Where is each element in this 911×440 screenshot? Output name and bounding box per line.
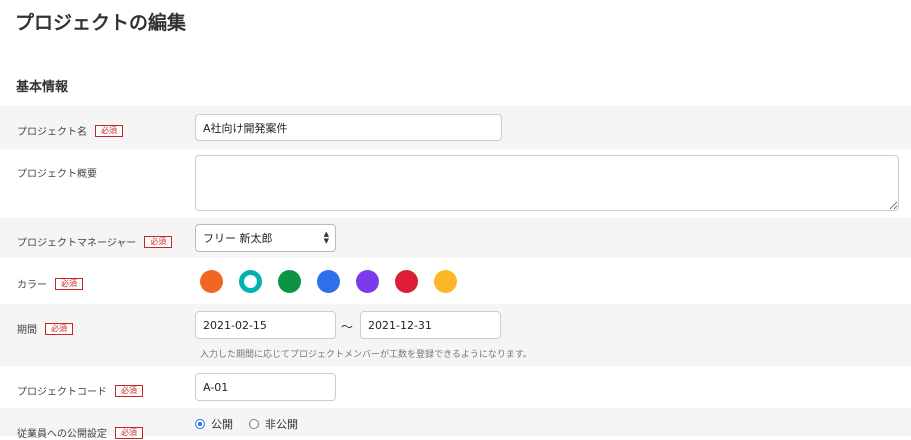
color-swatch[interactable] (356, 270, 379, 293)
period-separator: ～ (341, 320, 354, 334)
visibility-option-private[interactable]: 非公開 (249, 416, 298, 432)
project-manager-selected-value: フリー 新太郎 (203, 232, 273, 245)
required-badge: 必須 (95, 124, 123, 137)
required-badge: 必須 (144, 235, 173, 248)
project-summary-textarea[interactable] (195, 155, 899, 211)
visibility-radio-group: 公開 非公開 (195, 416, 298, 432)
radio-private[interactable] (249, 419, 259, 429)
required-badge: 必須 (115, 384, 143, 397)
project-manager-select[interactable]: フリー 新太郎 ▲ ▼ (195, 224, 336, 252)
color-swatch[interactable] (317, 270, 340, 293)
color-row: カラー 必須 (0, 258, 911, 304)
color-swatch[interactable] (239, 270, 262, 293)
required-badge: 必須 (55, 277, 83, 290)
color-swatch[interactable] (200, 270, 223, 293)
color-swatch[interactable] (278, 270, 301, 293)
required-badge: 必須 (115, 426, 143, 439)
color-swatch[interactable] (434, 270, 457, 293)
project-code-input[interactable]: A-01 (195, 373, 336, 401)
color-picker (200, 270, 457, 293)
radio-public-label: 公開 (211, 418, 233, 431)
radio-private-label: 非公開 (265, 418, 298, 431)
visibility-option-public[interactable]: 公開 (195, 416, 233, 432)
visibility-row: 従業員への公開設定 必須 公開 非公開 (0, 408, 911, 440)
project-name-label: プロジェクト名 必須 (17, 123, 123, 138)
period-end-value: 2021-12-31 (368, 318, 432, 332)
project-name-value: A社向け開発案件 (203, 121, 288, 135)
project-code-row: プロジェクトコード 必須 A-01 (0, 366, 911, 408)
project-code-value: A-01 (203, 380, 229, 394)
section-title: 基本情報 (16, 80, 69, 95)
period-help-text: 入力した期間に応じてプロジェクトメンバーが工数を登録できるようになります。 (200, 350, 532, 360)
project-name-input[interactable]: A社向け開発案件 (195, 114, 502, 141)
required-badge: 必須 (45, 322, 73, 335)
project-manager-label: プロジェクトマネージャー 必須 (17, 234, 173, 249)
project-manager-row: プロジェクトマネージャー 必須 フリー 新太郎 ▲ ▼ (0, 218, 911, 258)
color-swatch[interactable] (395, 270, 418, 293)
project-summary-row: プロジェクト概要 (0, 149, 911, 218)
project-summary-label: プロジェクト概要 (17, 169, 97, 180)
radio-public[interactable] (195, 419, 205, 429)
visibility-label: 従業員への公開設定 必須 (17, 425, 143, 440)
period-end-input[interactable]: 2021-12-31 (360, 311, 501, 339)
project-name-row: プロジェクト名 必須 A社向け開発案件 (0, 106, 911, 149)
select-arrows-icon: ▲ ▼ (323, 230, 329, 245)
page-title: プロジェクトの編集 (15, 12, 187, 34)
period-start-value: 2021-02-15 (203, 318, 267, 332)
project-code-label: プロジェクトコード 必須 (17, 383, 143, 398)
color-label: カラー 必須 (17, 276, 83, 291)
period-row: 期間 必須 2021-02-15 ～ 2021-12-31 入力した期間に応じて… (0, 304, 911, 366)
period-label: 期間 必須 (17, 321, 73, 336)
period-start-input[interactable]: 2021-02-15 (195, 311, 336, 339)
